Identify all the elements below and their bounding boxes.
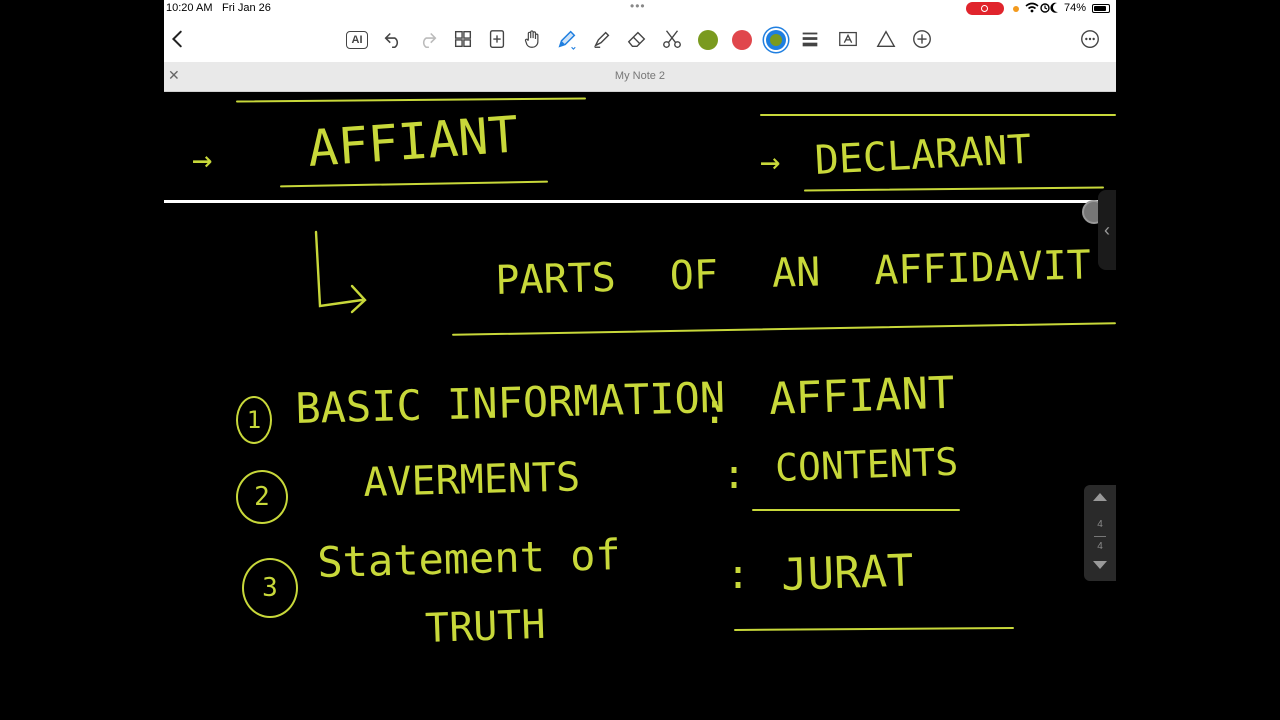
ink-affiant-top: AFFIANT — [305, 105, 521, 178]
arrow-declarant: → — [760, 142, 781, 182]
underline-contents — [752, 509, 960, 511]
page-up-icon[interactable] — [1093, 493, 1107, 501]
add-page-icon — [489, 30, 505, 48]
textbox-icon — [839, 31, 857, 47]
number-circle-3: 3 — [242, 558, 298, 618]
underline-affiant — [280, 180, 548, 188]
redo-button[interactable] — [414, 25, 442, 53]
battery-icon — [1092, 4, 1110, 13]
underline-top-left — [235, 97, 587, 103]
status-date: Fri Jan 26 — [222, 2, 271, 14]
ai-label: AI — [346, 31, 368, 49]
mic-indicator-icon — [1013, 6, 1019, 12]
selected-olive-dot — [770, 34, 782, 46]
ink-averments: AVERMENTS — [362, 454, 581, 506]
lines-icon — [802, 32, 818, 47]
battery-percent: 74% — [1064, 2, 1087, 14]
current-page: 4 — [1097, 519, 1103, 530]
total-pages: 4 — [1097, 541, 1103, 552]
multitask-dots-icon[interactable]: ••• — [630, 0, 646, 13]
underline-parts-heading — [452, 322, 1116, 336]
document-title[interactable]: My Note 2 — [164, 70, 1116, 82]
wifi-icon — [1024, 1, 1060, 18]
toolbar: AI — [164, 18, 1116, 62]
highlighter-tool-button[interactable] — [588, 25, 616, 53]
colon-2: : — [722, 452, 747, 498]
arrow-affiant: → — [192, 140, 213, 180]
return-arrow-icon — [314, 230, 367, 314]
ink-truth: TRUTH — [424, 601, 547, 652]
hand-tool-button[interactable] — [518, 25, 546, 53]
ink-affiant-item1: AFFIANT — [768, 367, 956, 425]
ai-button[interactable]: AI — [343, 25, 371, 53]
color-swatch-red[interactable] — [732, 30, 752, 50]
ink-jurat: JURAT — [780, 545, 915, 601]
page-separator — [164, 200, 1098, 203]
undo-icon — [384, 32, 399, 49]
more-options-button[interactable] — [1076, 25, 1104, 53]
sidebar-collapse-tab[interactable]: ‹ — [1098, 190, 1116, 270]
highlighter-icon — [594, 31, 610, 48]
page-navigator[interactable]: 4 4 — [1084, 485, 1116, 581]
more-icon — [1081, 30, 1099, 48]
ink-statement-of: Statement of — [316, 530, 622, 587]
plus-circle-icon — [913, 30, 931, 48]
shape-tool-button[interactable] — [872, 25, 900, 53]
status-bar: 10:20 AM Fri Jan 26 ••• 74% — [164, 0, 1116, 18]
redo-icon — [422, 32, 437, 49]
colon-1: : — [702, 384, 728, 433]
ink-basic-information: BASIC INFORMATION — [294, 372, 726, 433]
ink-parts-heading: PARTS OF AN AFFIDAVIT — [494, 242, 1092, 304]
eraser-icon — [627, 31, 646, 48]
notes-app: 10:20 AM Fri Jan 26 ••• 74% AI ✕ My Note… — [164, 0, 1116, 720]
ink-declarant: DECLARANT — [813, 126, 1033, 184]
color-swatch-selected[interactable] — [766, 30, 786, 50]
underline-jurat — [733, 627, 1015, 631]
scissors-icon — [663, 30, 681, 48]
number-circle-1: 1 — [236, 396, 272, 444]
pen-icon — [558, 30, 576, 50]
document-tab-bar: ✕ My Note 2 — [164, 62, 1116, 92]
screen-record-icon[interactable] — [966, 2, 1004, 15]
chevron-left-icon — [171, 30, 182, 48]
text-box-button[interactable] — [834, 25, 862, 53]
color-swatch-olive[interactable] — [698, 30, 718, 50]
page-down-icon[interactable] — [1093, 561, 1107, 569]
pen-tool-button[interactable] — [553, 25, 581, 53]
status-time: 10:20 AM — [166, 2, 213, 14]
hand-icon — [524, 30, 539, 48]
back-button[interactable] — [164, 25, 192, 53]
page-divider — [1094, 536, 1106, 537]
shape-icon — [876, 30, 896, 48]
number-circle-2: 2 — [236, 470, 288, 524]
line-width-button[interactable] — [796, 25, 824, 53]
insert-button[interactable] — [908, 25, 936, 53]
colon-3: : — [726, 552, 751, 598]
ink-contents: CONTENTS — [774, 439, 959, 490]
note-canvas[interactable]: → AFFIANT → DECLARANT PARTS OF AN AFFIDA… — [164, 92, 1116, 720]
grid-icon — [454, 30, 472, 48]
page-grid-button[interactable] — [449, 25, 477, 53]
undo-button[interactable] — [379, 25, 407, 53]
lasso-scissors-button[interactable] — [658, 25, 686, 53]
underline-top-right — [760, 114, 1116, 116]
chevron-left-small-icon: ‹ — [1104, 219, 1110, 240]
eraser-tool-button[interactable] — [623, 25, 651, 53]
add-page-button[interactable] — [483, 25, 511, 53]
underline-declarant — [803, 186, 1105, 192]
